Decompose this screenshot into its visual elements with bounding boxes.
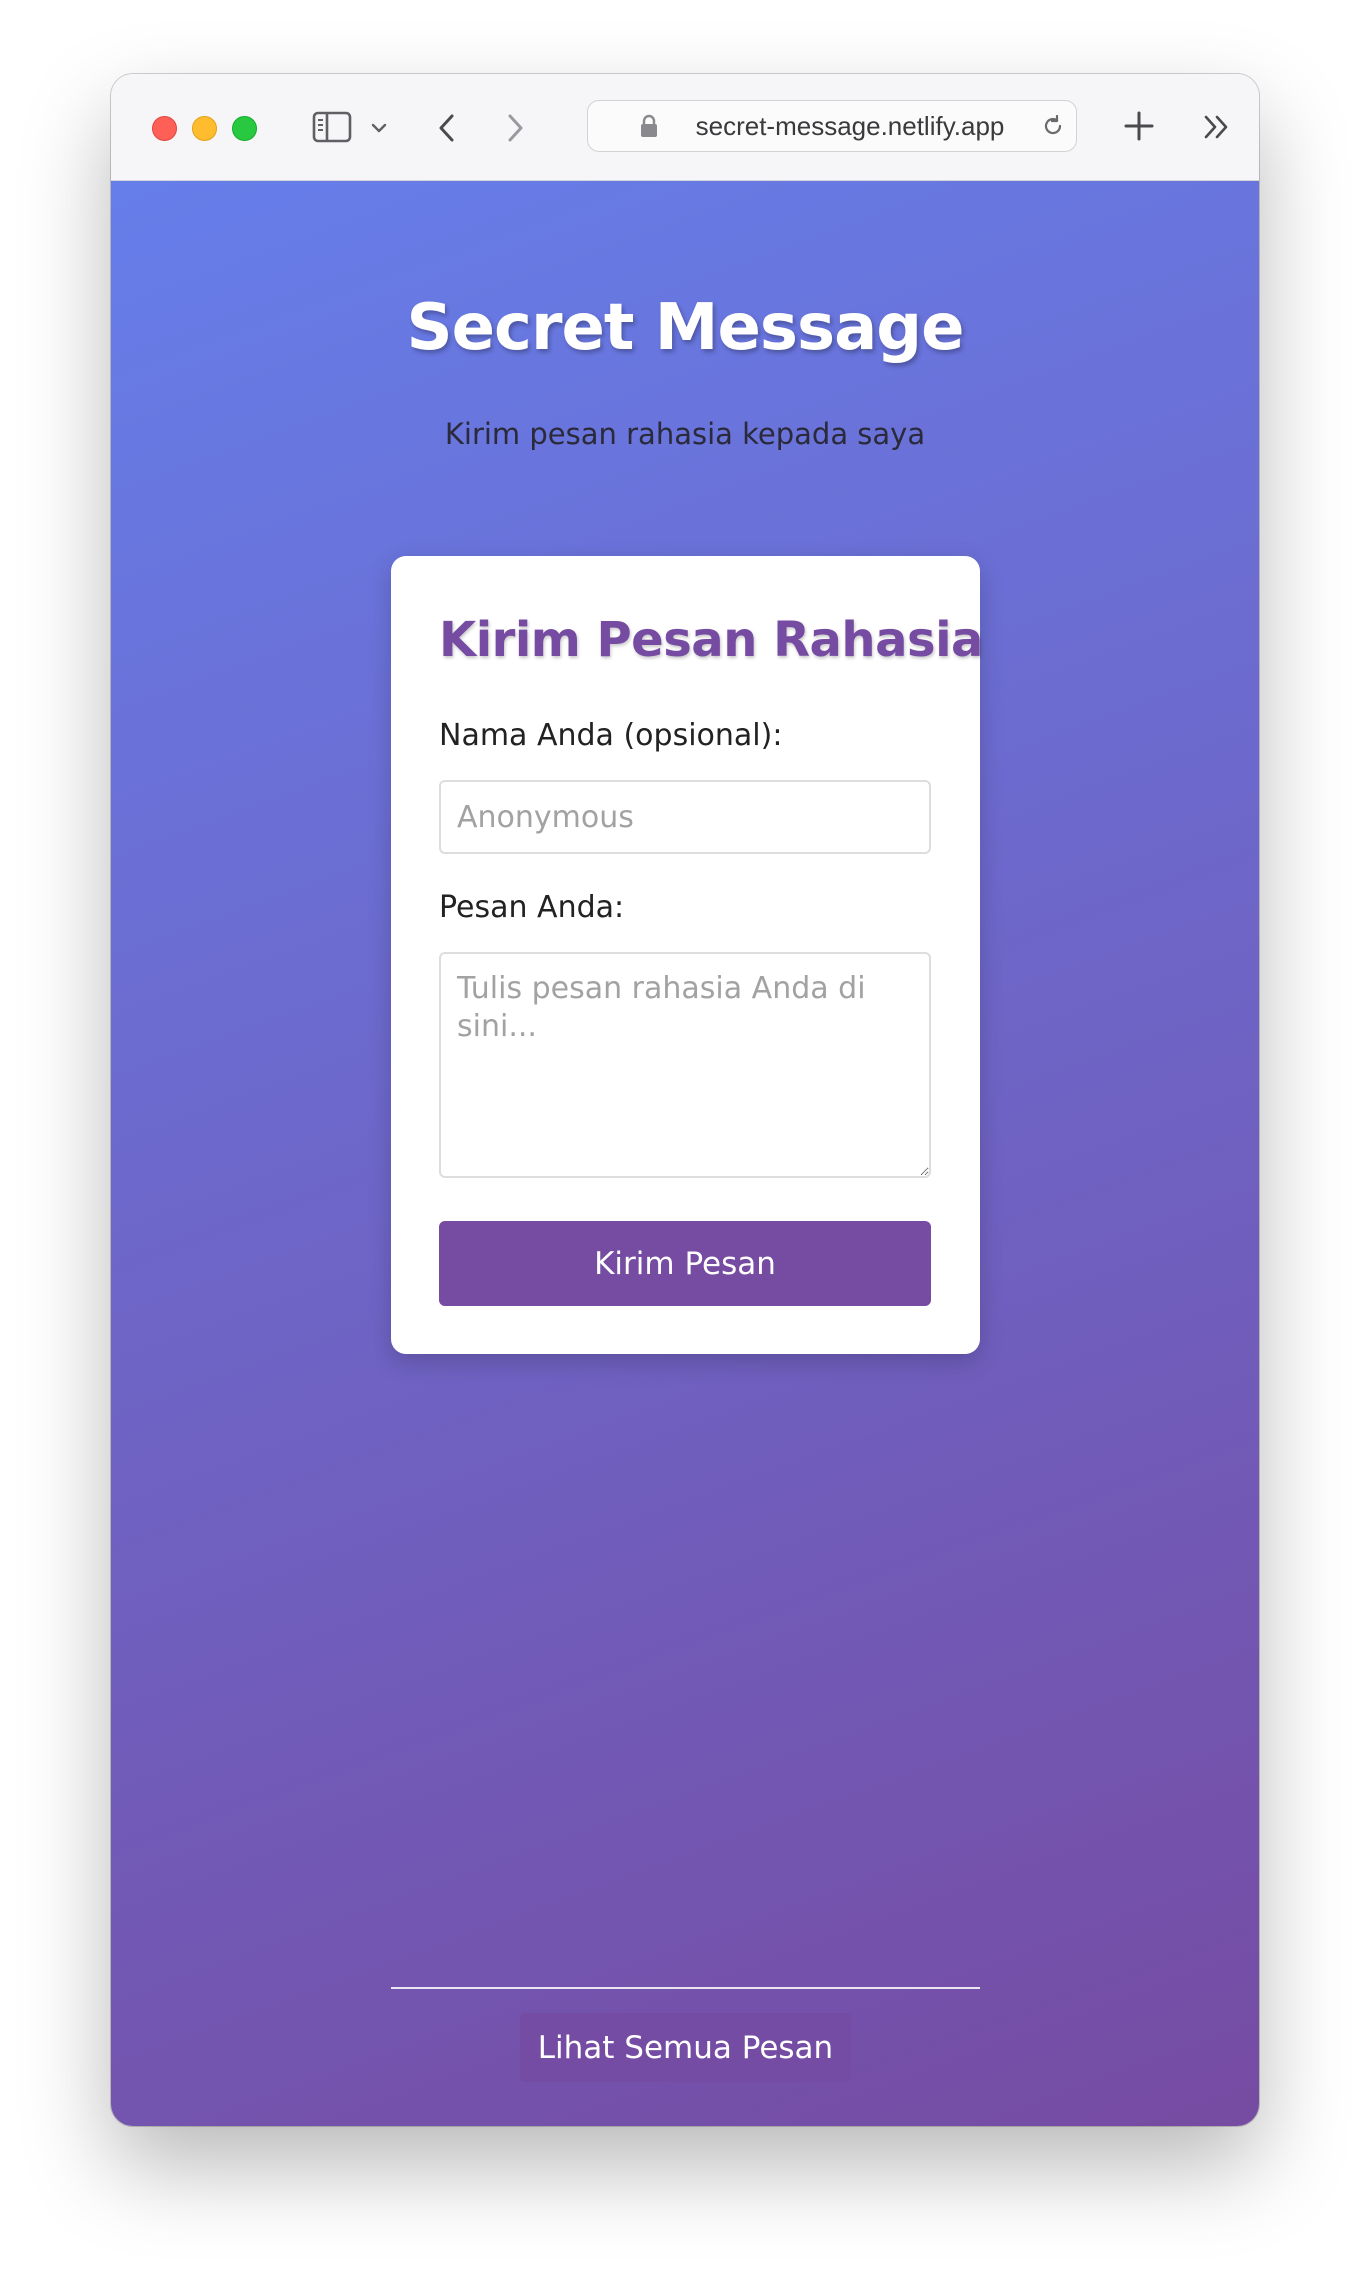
plus-icon[interactable] [1121, 108, 1157, 144]
view-all-messages-button[interactable]: Lihat Semua Pesan [520, 2013, 851, 2082]
chevron-left-icon[interactable] [433, 110, 461, 146]
message-textarea[interactable] [439, 952, 931, 1178]
footer-divider [391, 1987, 980, 1989]
chevron-down-icon[interactable] [369, 118, 389, 138]
url-text: secret-message.netlify.app [695, 110, 1005, 141]
lock-icon [640, 114, 658, 145]
minimize-window-button[interactable] [192, 116, 217, 141]
double-chevron-right-icon[interactable] [1201, 112, 1233, 142]
chevron-right-icon[interactable] [501, 110, 529, 146]
page-title: Secret Message [406, 291, 965, 365]
form-title: Kirim Pesan Rahasia [439, 612, 983, 668]
sidebar-icon[interactable] [311, 110, 353, 144]
browser-toolbar: secret-message.netlify.app [111, 74, 1259, 181]
zoom-window-button[interactable] [232, 116, 257, 141]
browser-window: secret-message.netlify.app Secret Messag… [111, 74, 1259, 2126]
page-content: Secret Message Kirim pesan rahasia kepad… [111, 181, 1259, 2126]
page-subtitle: Kirim pesan rahasia kepada saya [444, 417, 926, 451]
close-window-button[interactable] [152, 116, 177, 141]
message-form-card: Kirim Pesan Rahasia Nama Anda (opsional)… [391, 556, 983, 1354]
name-input[interactable] [439, 780, 931, 854]
address-bar[interactable]: secret-message.netlify.app [587, 100, 1077, 152]
name-field-label: Nama Anda (opsional): [439, 718, 783, 753]
reload-icon[interactable] [1040, 113, 1066, 146]
send-message-button[interactable]: Kirim Pesan [439, 1221, 931, 1306]
message-field-label: Pesan Anda: [439, 890, 625, 925]
